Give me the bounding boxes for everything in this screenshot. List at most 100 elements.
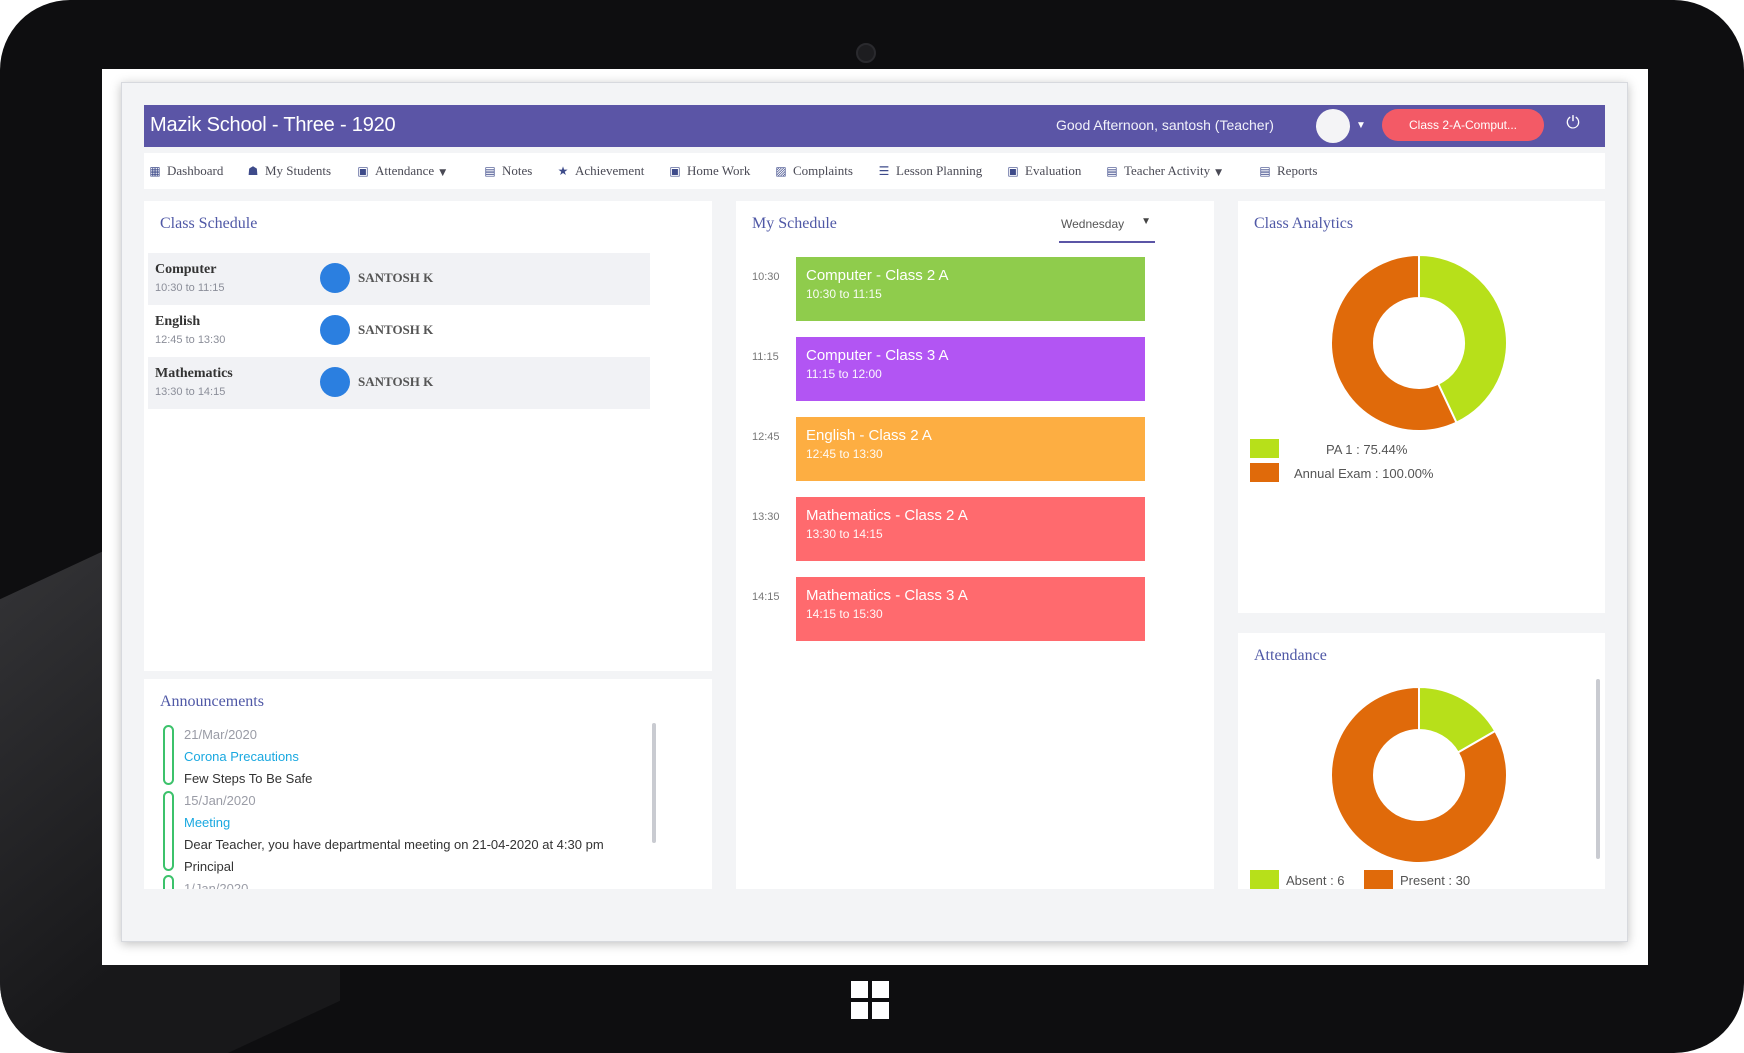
windows-logo-icon[interactable] — [851, 981, 891, 1021]
schedule-slot[interactable]: Mathematics - Class 2 A 13:30 to 14:15 — [796, 497, 1145, 561]
teacher-name: SANTOSH K — [358, 322, 434, 337]
nav-label: Teacher Activity — [1124, 163, 1211, 178]
slot-title: Computer - Class 3 A — [806, 347, 949, 364]
slot-range: 12:45 to 13:30 — [806, 447, 883, 461]
announcement-date: 21/Mar/2020 — [184, 727, 257, 742]
book-icon: ▣ — [669, 164, 681, 178]
table-row[interactable]: Mathematics 13:30 to 14:15 SANTOSH K — [148, 357, 650, 409]
nav-notes[interactable]: ▤ Notes — [483, 163, 532, 179]
teacher-name: SANTOSH K — [358, 374, 434, 389]
file-icon: ▤ — [1106, 164, 1118, 178]
nav-attendance[interactable]: ▣ Attendance ▼ — [356, 163, 446, 179]
chevron-down-icon: ▼ — [1141, 216, 1151, 227]
my-schedule-panel: My Schedule Wednesday ▼ 10:30 Computer -… — [736, 201, 1214, 889]
schedule-slot[interactable]: Mathematics - Class 3 A 14:15 to 15:30 — [796, 577, 1145, 641]
power-icon[interactable]: ⏻ — [1563, 113, 1583, 133]
timeline-marker — [163, 791, 174, 871]
timeline-marker — [163, 725, 174, 785]
teacher-avatar — [320, 263, 350, 293]
main-nav: ▦ Dashboard ☗ My Students ▣ Attendance ▼ ▤ No… — [144, 153, 1605, 189]
legend-swatch — [1250, 870, 1279, 889]
table-row[interactable]: English 12:45 to 13:30 SANTOSH K — [148, 305, 650, 357]
top-bar: Mazik School - Three - 1920 Good Afterno… — [144, 105, 1605, 147]
teacher-avatar — [320, 315, 350, 345]
nav-lesson-planning[interactable]: ☰ Lesson Planning — [877, 163, 983, 179]
legend-label: Present : 30 — [1400, 873, 1471, 888]
time-range: 10:30 to 11:15 — [155, 282, 225, 294]
class-schedule-panel: Class Schedule Computer 10:30 to 11:15 S… — [144, 201, 712, 671]
panel-title: Class Schedule — [160, 215, 258, 232]
chevron-down-icon: ▼ — [439, 168, 447, 178]
nav-complaints[interactable]: ▨ Complaints — [774, 163, 853, 179]
schedule-slot[interactable]: English - Class 2 A 12:45 to 13:30 — [796, 417, 1145, 481]
scrollbar[interactable] — [652, 723, 656, 843]
teacher-avatar — [320, 367, 350, 397]
subject-name: English — [155, 314, 201, 329]
tablet-frame: Mazik School - Three - 1920 Good Afterno… — [0, 0, 1744, 1053]
legend-swatch — [1364, 870, 1393, 889]
students-icon: ☗ — [247, 164, 259, 178]
teacher-name: SANTOSH K — [358, 270, 434, 285]
time-range: 13:30 to 14:15 — [155, 386, 226, 398]
slot-range: 14:15 to 15:30 — [806, 607, 883, 621]
tablet-screen: Mazik School - Three - 1920 Good Afterno… — [102, 69, 1648, 965]
slot-time: 10:30 — [752, 271, 780, 283]
file-icon: ▤ — [484, 164, 496, 178]
slot-title: Computer - Class 2 A — [806, 267, 949, 284]
slot-range: 10:30 to 11:15 — [806, 287, 882, 301]
nav-label: Evaluation — [1025, 163, 1082, 178]
chevron-down-icon: ▼ — [1215, 168, 1223, 178]
list-icon: ☰ — [878, 164, 890, 178]
table-row[interactable]: Computer 10:30 to 11:15 SANTOSH K — [148, 253, 650, 305]
announcement-title[interactable]: Corona Precautions — [184, 749, 299, 764]
announcements-panel: Announcements 21/Mar/2020 Corona Precaut… — [144, 679, 712, 889]
nav-my-students[interactable]: ☗ My Students — [246, 163, 331, 179]
announcement-body: Dear Teacher, you have departmental meet… — [184, 837, 604, 852]
time-range: 12:45 to 13:30 — [155, 334, 226, 346]
nav-home-work[interactable]: ▣ Home Work — [668, 163, 750, 179]
nav-label: Attendance — [375, 163, 435, 178]
day-select-value: Wednesday — [1061, 217, 1125, 231]
day-select[interactable]: Wednesday ▼ — [1059, 213, 1155, 243]
nav-evaluation[interactable]: ▣ Evaluation — [1006, 163, 1081, 179]
slot-range: 11:15 to 12:00 — [806, 367, 882, 381]
camera-icon — [856, 43, 876, 63]
class-analytics-donut — [1330, 253, 1508, 432]
dashboard-icon: ▦ — [149, 164, 161, 178]
announcement-title[interactable]: Meeting — [184, 815, 230, 830]
panel-title: Class Analytics — [1254, 215, 1354, 232]
nav-teacher-activity[interactable]: ▤ Teacher Activity ▼ — [1105, 163, 1222, 179]
scrollbar[interactable] — [1596, 679, 1600, 859]
nav-achievement[interactable]: ★ Achievement — [556, 163, 645, 179]
legend-swatch — [1250, 463, 1279, 482]
class-select-button[interactable]: Class 2-A-Comput... — [1382, 109, 1544, 141]
legend-swatch — [1250, 439, 1279, 458]
subject-name: Computer — [155, 262, 217, 277]
panel-title: My Schedule — [752, 215, 837, 232]
nav-label: Dashboard — [167, 163, 224, 178]
chevron-down-icon[interactable]: ▼ — [1356, 120, 1366, 131]
app-window: Mazik School - Three - 1920 Good Afterno… — [121, 82, 1628, 942]
panel-title: Attendance — [1254, 647, 1327, 664]
nav-dashboard[interactable]: ▦ Dashboard — [148, 163, 223, 179]
nav-label: Lesson Planning — [896, 163, 983, 178]
attendance-donut — [1330, 685, 1508, 864]
nav-label: Achievement — [575, 163, 645, 178]
nav-label: My Students — [265, 163, 332, 178]
subject-name: Mathematics — [155, 366, 233, 381]
attendance-panel: Attendance Absent : 6 Present : 30 — [1238, 633, 1605, 889]
schedule-slot[interactable]: Computer - Class 3 A 11:15 to 12:00 — [796, 337, 1145, 401]
greeting-text: Good Afternoon, santosh (Teacher) — [1056, 117, 1274, 133]
avatar[interactable] — [1316, 109, 1350, 143]
school-title: Mazik School - Three - 1920 — [150, 114, 396, 136]
nav-reports[interactable]: ▤ Reports — [1258, 163, 1317, 179]
nav-label: Home Work — [687, 163, 751, 178]
star-icon: ★ — [557, 164, 569, 178]
slot-time: 14:15 — [752, 591, 780, 603]
nav-label: Complaints — [793, 163, 853, 178]
schedule-slot[interactable]: Computer - Class 2 A 10:30 to 11:15 — [796, 257, 1145, 321]
nav-label: Reports — [1277, 163, 1318, 178]
legend-label: PA 1 : 75.44% — [1326, 442, 1408, 457]
slot-title: Mathematics - Class 3 A — [806, 587, 968, 604]
slot-title: English - Class 2 A — [806, 427, 932, 444]
